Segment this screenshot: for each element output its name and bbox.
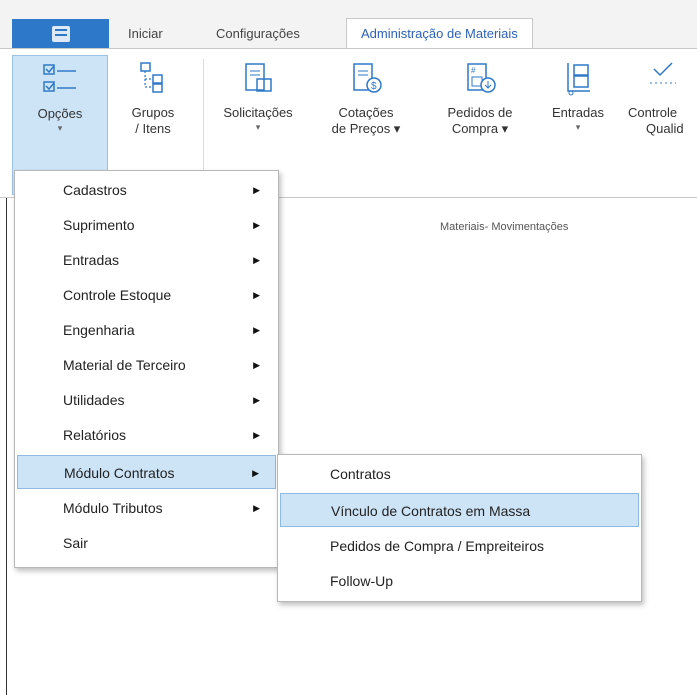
- tab-administracao-materiais[interactable]: Administração de Materiais: [346, 18, 533, 50]
- menu-item-label: Relatórios: [63, 427, 127, 443]
- menu-item-label: Módulo Tributos: [63, 500, 163, 516]
- grupos-label: Grupos: [131, 105, 175, 120]
- entradas-button[interactable]: Entradas ▾: [538, 55, 618, 195]
- entradas-dropdown-arrow: ▾: [575, 122, 581, 132]
- menu-item-cadastros[interactable]: Cadastros ▶: [17, 173, 276, 207]
- qualidade-label: Qualid: [646, 121, 684, 136]
- submenu-arrow-icon: ▶: [253, 220, 260, 230]
- entradas-label: Entradas: [551, 105, 605, 120]
- submenu-arrow-icon: ▶: [252, 468, 259, 478]
- menu-item-label: Entradas: [63, 252, 120, 268]
- group-label: Materiais- Movimentações: [440, 221, 569, 233]
- menu-item-label: Cadastros: [63, 182, 127, 198]
- tab-configuracoes[interactable]: Configurações: [216, 19, 300, 48]
- cotacoes-button[interactable]: $ Cotações de Preços ▾: [322, 55, 410, 195]
- submenu-arrow-icon: ▶: [253, 255, 260, 265]
- menu-item-label: Sair: [63, 535, 88, 551]
- submenu-item-label: Contratos: [330, 466, 391, 482]
- menu-item-label: Suprimento: [63, 217, 135, 233]
- menu-item-engenharia[interactable]: Engenharia ▶: [17, 313, 276, 347]
- menu-item-entradas[interactable]: Entradas ▶: [17, 243, 276, 277]
- submenu-item-label: Vínculo de Contratos em Massa: [331, 503, 531, 519]
- app-menu-button[interactable]: [12, 19, 109, 48]
- modulo-contratos-submenu: Contratos Vínculo de Contratos em Massa …: [277, 454, 642, 602]
- menu-item-suprimento[interactable]: Suprimento ▶: [17, 208, 276, 242]
- svg-text:#: #: [471, 66, 476, 75]
- submenu-item-pedidos-compra-empreiteiros[interactable]: Pedidos de Compra / Empreiteiros: [280, 529, 639, 563]
- pedidos-compra-button[interactable]: # Pedidos de Compra ▾: [433, 55, 527, 195]
- submenu-item-label: Follow-Up: [330, 573, 394, 589]
- title-tab-bar: Iniciar Configurações Administração de M…: [0, 0, 697, 50]
- workspace-border: [6, 198, 7, 695]
- request-icon: [238, 59, 278, 99]
- opcoes-label: Opções: [37, 106, 83, 121]
- submenu-arrow-icon: ▶: [253, 503, 260, 513]
- pedidos-de-label: Pedidos de: [447, 105, 513, 120]
- submenu-item-vinculo-contratos-massa[interactable]: Vínculo de Contratos em Massa: [280, 493, 639, 527]
- menu-item-label: Utilidades: [63, 392, 125, 408]
- solicitacoes-dropdown-arrow: ▾: [255, 122, 261, 132]
- tree-icon: [133, 59, 173, 99]
- purchase-order-icon: #: [460, 59, 500, 99]
- compra-label: Compra ▾: [451, 121, 509, 136]
- controle-qualidade-button[interactable]: Controle Qualid: [622, 55, 697, 195]
- menu-item-modulo-contratos[interactable]: Módulo Contratos ▶: [17, 455, 276, 489]
- menu-item-modulo-tributos[interactable]: Módulo Tributos ▶: [17, 491, 276, 525]
- submenu-item-follow-up[interactable]: Follow-Up: [280, 564, 639, 598]
- cotacoes-label: Cotações: [338, 105, 394, 120]
- menu-item-label: Material de Terceiro: [63, 357, 186, 373]
- de-precos-label: de Preços ▾: [331, 121, 401, 136]
- opcoes-menu: Cadastros ▶ Suprimento ▶ Entradas ▶ Control…: [14, 170, 279, 568]
- cart-icon: [558, 59, 598, 99]
- svg-text:$: $: [371, 81, 377, 92]
- controle-label: Controle: [628, 105, 678, 120]
- opcoes-dropdown-arrow: ▾: [57, 123, 63, 133]
- menu-item-relatorios[interactable]: Relatórios ▶: [17, 418, 276, 452]
- itens-label: / Itens: [135, 121, 171, 136]
- checklist-icon: [40, 60, 80, 100]
- submenu-arrow-icon: ▶: [253, 325, 260, 335]
- quality-icon: [640, 59, 680, 99]
- tab-iniciar[interactable]: Iniciar: [128, 19, 163, 48]
- submenu-item-label: Pedidos de Compra / Empreiteiros: [330, 538, 544, 554]
- submenu-arrow-icon: ▶: [253, 360, 260, 370]
- submenu-arrow-icon: ▶: [253, 395, 260, 405]
- solicitacoes-label: Solicitações: [223, 105, 293, 120]
- menu-item-label: Engenharia: [63, 322, 135, 338]
- menu-item-label: Controle Estoque: [63, 287, 172, 303]
- submenu-arrow-icon: ▶: [253, 290, 260, 300]
- menu-item-material-terceiro[interactable]: Material de Terceiro ▶: [17, 348, 276, 382]
- menu-item-controle-estoque[interactable]: Controle Estoque ▶: [17, 278, 276, 312]
- menu-item-sair[interactable]: Sair: [17, 526, 276, 560]
- quote-icon: $: [346, 59, 386, 99]
- submenu-arrow-icon: ▶: [253, 430, 260, 440]
- menu-item-utilidades[interactable]: Utilidades ▶: [17, 383, 276, 417]
- app-logo-icon: [51, 25, 70, 42]
- submenu-item-contratos[interactable]: Contratos: [280, 457, 639, 491]
- submenu-arrow-icon: ▶: [253, 185, 260, 195]
- menu-item-label: Módulo Contratos: [64, 465, 175, 481]
